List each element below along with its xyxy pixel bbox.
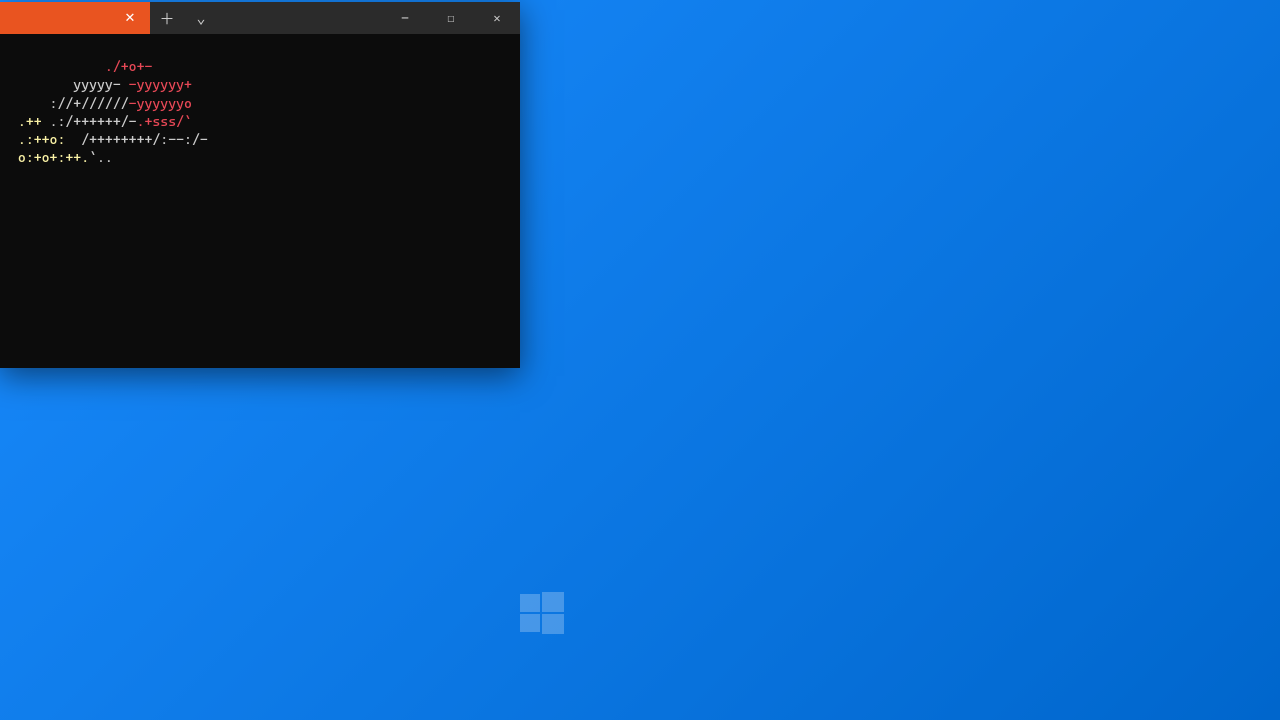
windows-watermark — [520, 590, 578, 634]
tab-dropdown-button[interactable]: ⌄ — [184, 2, 218, 34]
close-tab-icon[interactable]: ✕ — [122, 10, 138, 26]
titlebar: ✕ ＋ ⌄ — ☐ ✕ — [0, 2, 520, 34]
maximize-button[interactable]: ☐ — [428, 2, 474, 34]
minimize-button[interactable]: — — [382, 2, 428, 34]
close-window-button[interactable]: ✕ — [474, 2, 520, 34]
new-tab-button[interactable]: ＋ — [150, 2, 184, 34]
windows-logo-icon — [520, 590, 564, 634]
terminal-window-ubuntu: ✕ ＋ ⌄ — ☐ ✕ ./+o+- yyyyy- -yyyyyy+ ://+/… — [0, 2, 520, 368]
terminal-body[interactable]: ./+o+- yyyyy- -yyyyyy+ ://+//////-yyyyyy… — [0, 34, 520, 368]
tab-ubuntu[interactable]: ✕ — [0, 2, 150, 34]
